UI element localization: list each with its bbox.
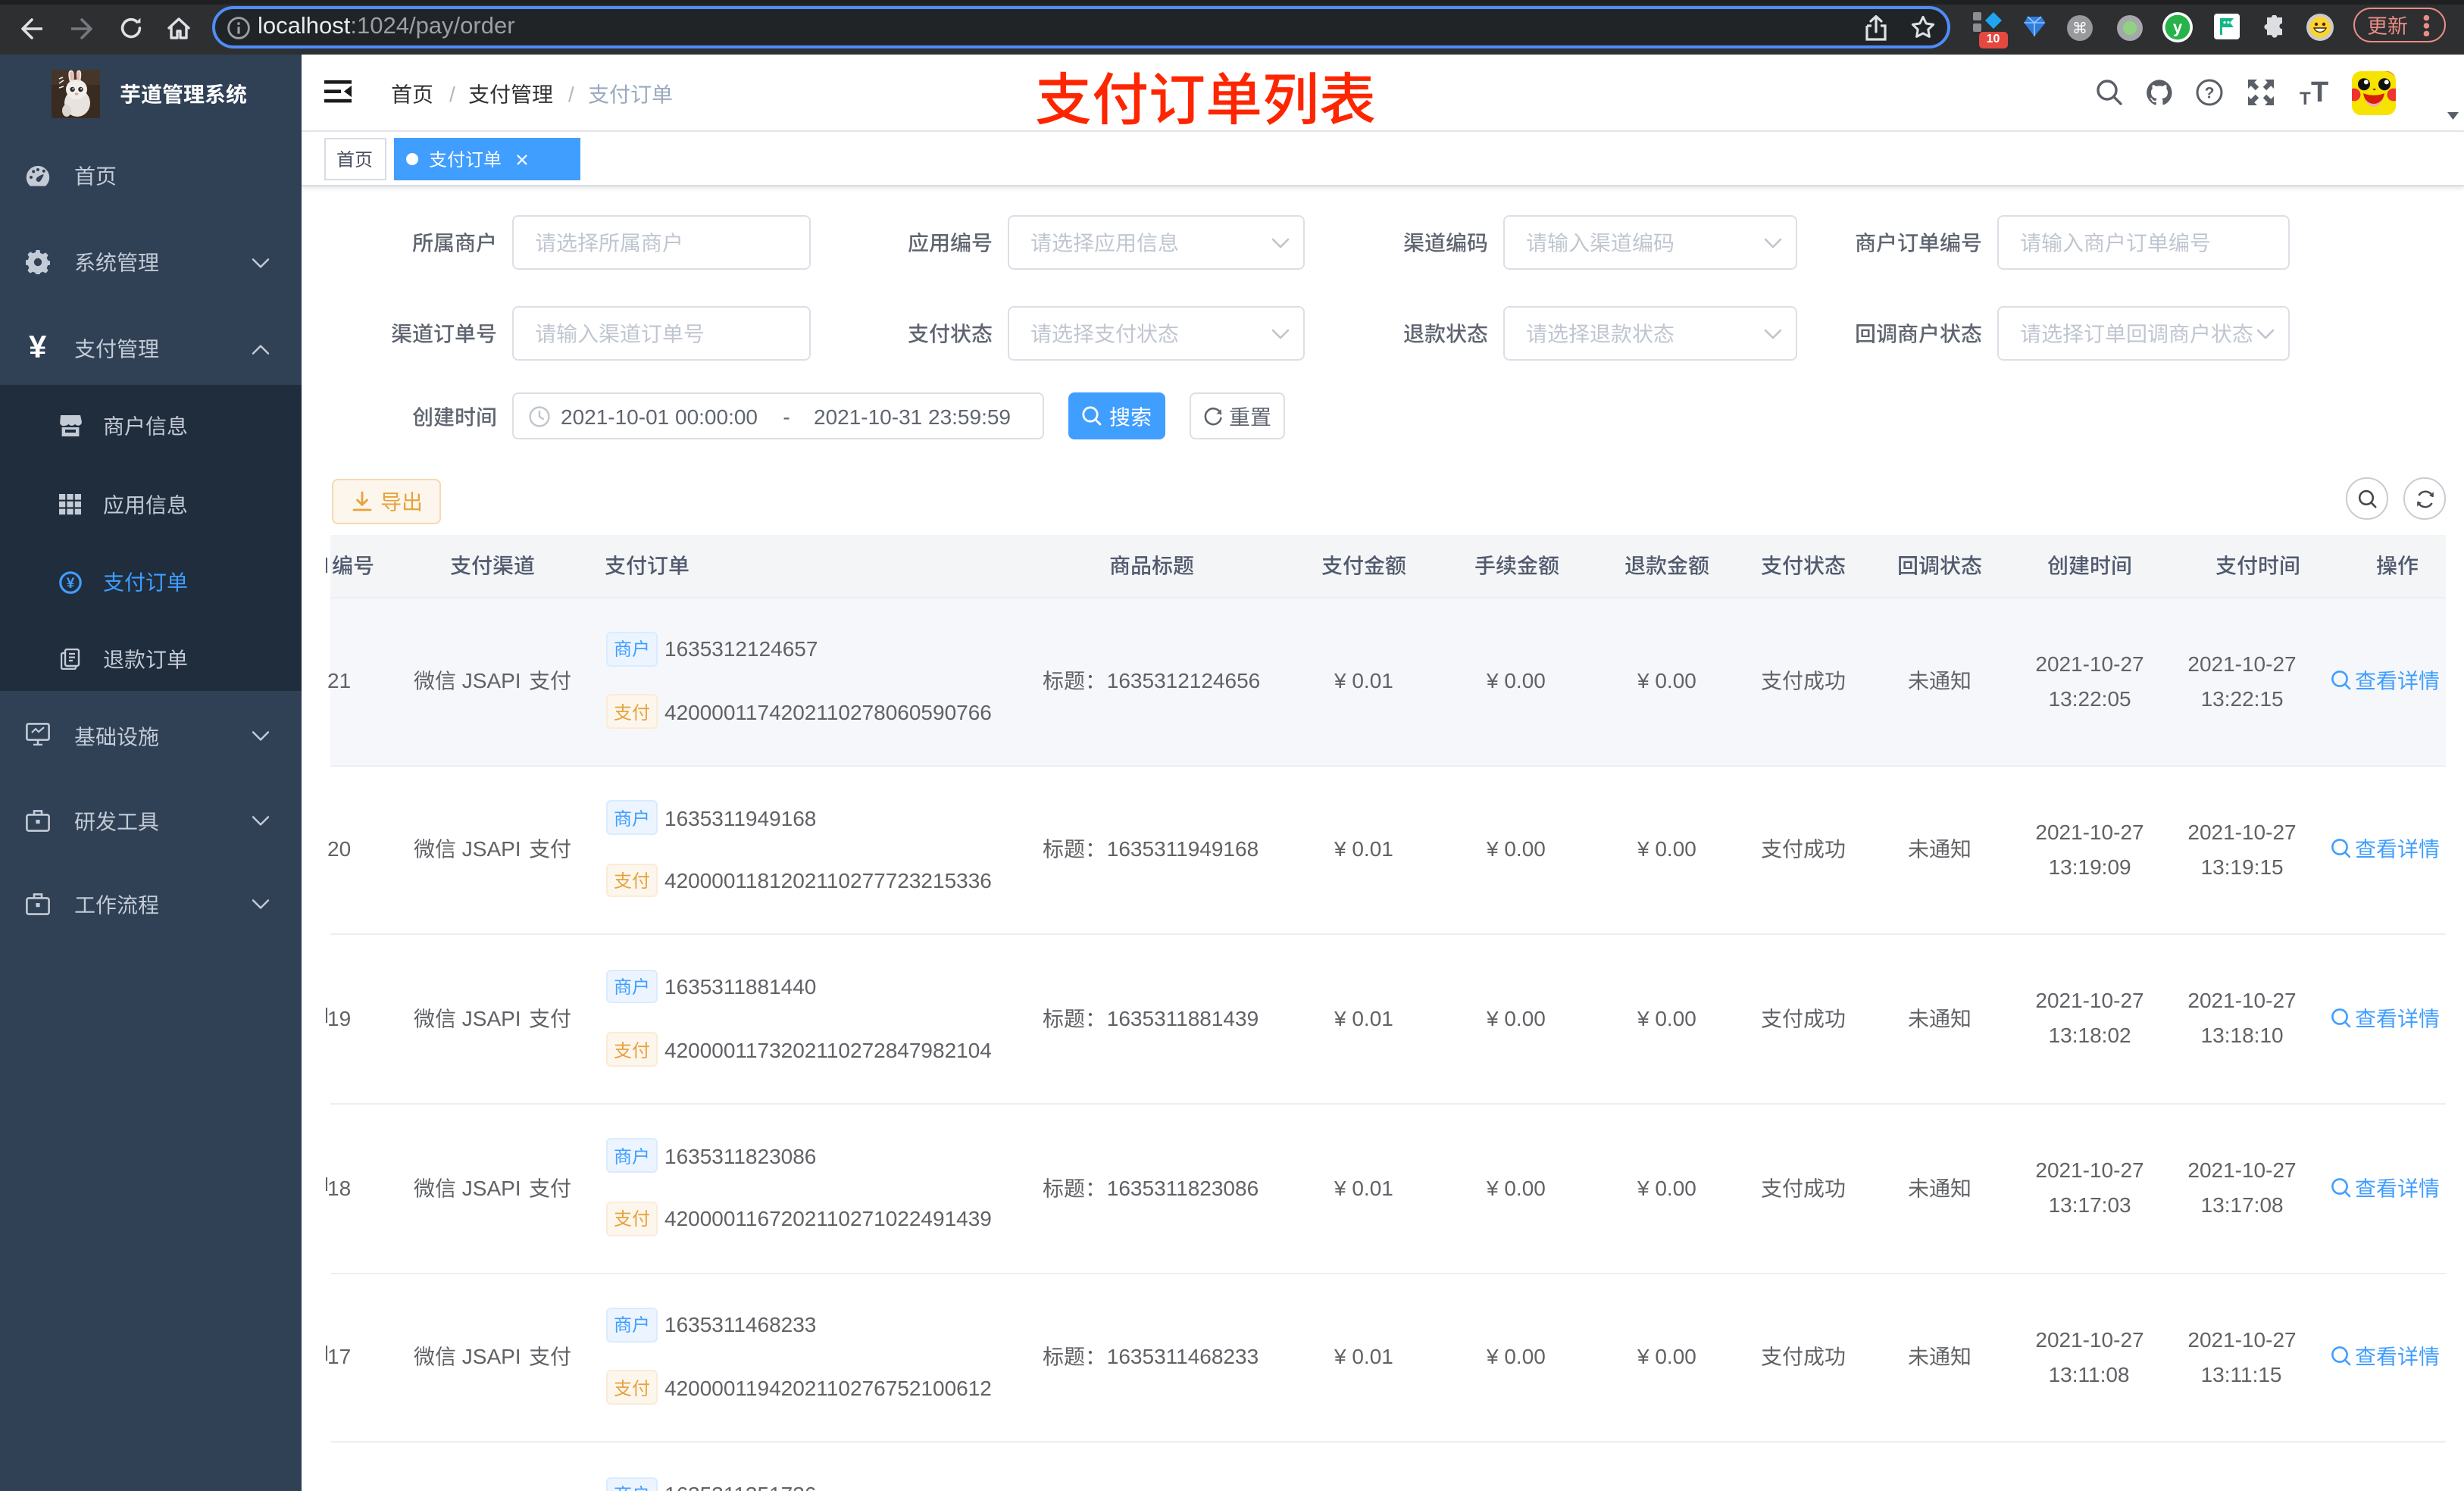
- svg-text:?: ?: [2205, 84, 2215, 102]
- svg-text:¥: ¥: [66, 576, 74, 592]
- svg-text:y: y: [2173, 18, 2183, 37]
- svg-text:⌘: ⌘: [2072, 20, 2087, 36]
